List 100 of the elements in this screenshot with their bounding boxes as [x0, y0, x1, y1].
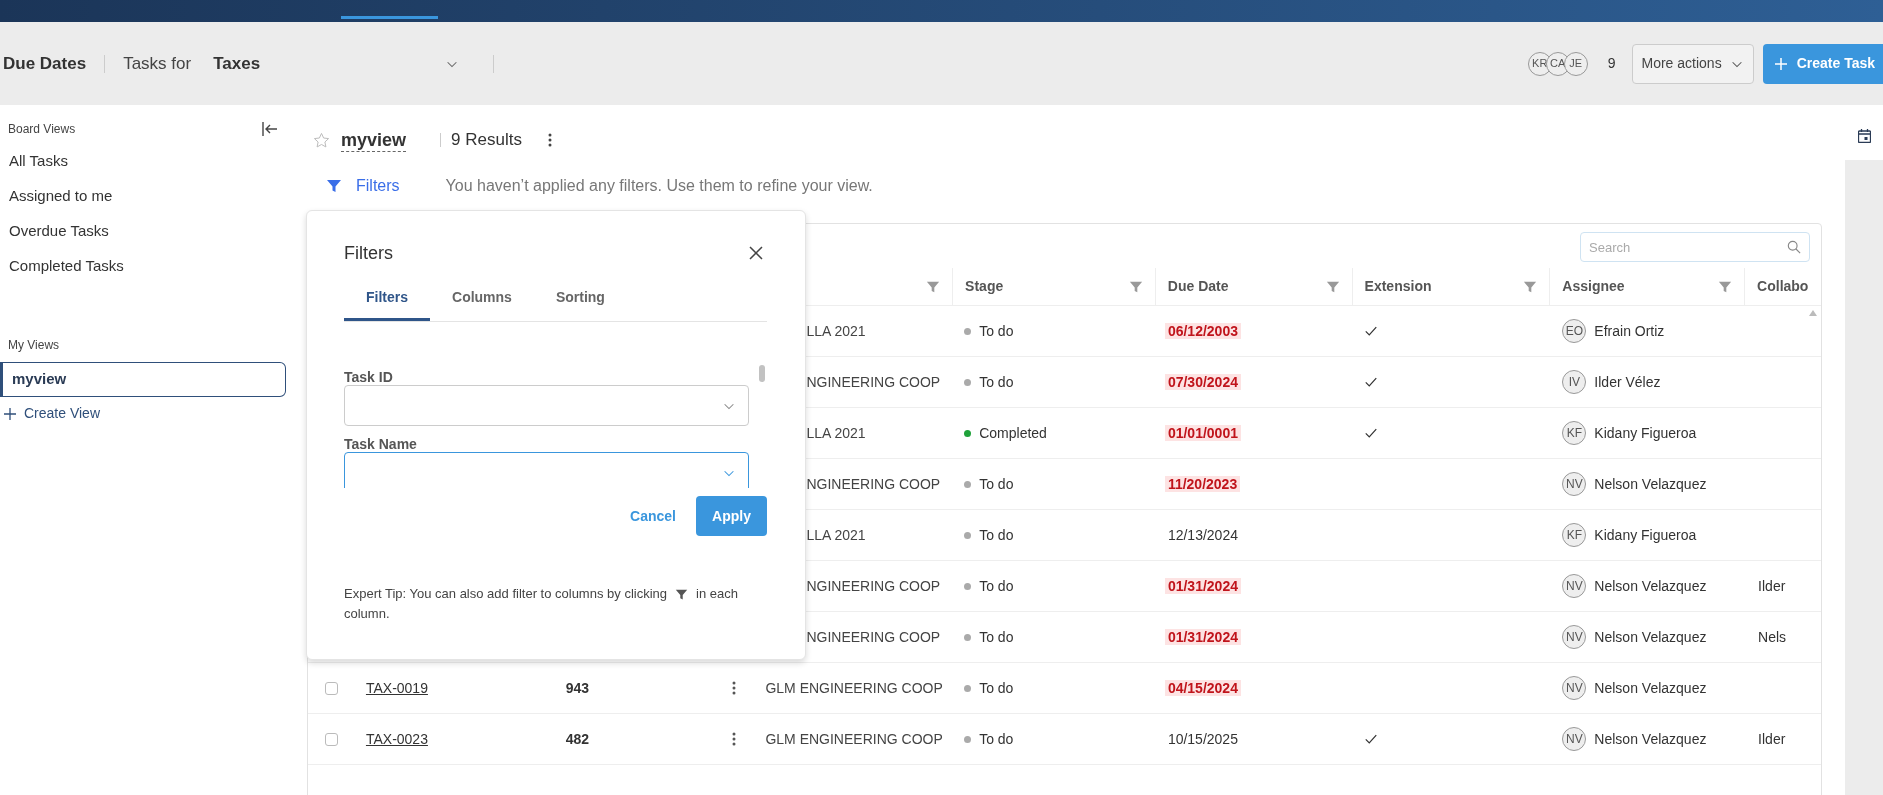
assignee-avatar: NV — [1562, 574, 1587, 598]
due-date: 06/12/2003 — [1164, 322, 1241, 339]
due-date: 12/13/2024 — [1166, 526, 1239, 543]
row-checkbox[interactable] — [325, 732, 339, 746]
dropdown-field[interactable] — [344, 385, 749, 426]
assignee-avatar: NV — [1562, 472, 1587, 496]
client-name: NGINEERING COOP — [806, 475, 941, 492]
client-name: GLM ENGINEERING COOP — [765, 679, 943, 696]
panel-title: Filters — [344, 241, 393, 265]
column-header: Collabo — [1757, 277, 1809, 296]
assignee-name: Kidany Figueroa — [1594, 525, 1697, 545]
client-name: NGINEERING COOP — [806, 628, 941, 645]
more-actions-button[interactable]: More actions — [1631, 43, 1754, 84]
stage-label: To do — [979, 321, 1014, 341]
plus-icon — [4, 407, 16, 420]
column-filter-icon — [926, 279, 941, 294]
assignee-name: Nelson Velazquez — [1594, 678, 1707, 698]
checkmark-icon — [1363, 324, 1378, 338]
search-field[interactable]: Search — [1580, 232, 1810, 262]
board-view-item[interactable]: Assigned to me — [0, 179, 290, 214]
row-menu-icon[interactable] — [731, 681, 736, 695]
stage-label: To do — [979, 372, 1014, 392]
panel-tab[interactable]: Columns — [430, 277, 534, 321]
dropdown-field[interactable] — [344, 452, 749, 488]
checkmark-icon — [1363, 426, 1378, 440]
due-date: 01/01/0001 — [1164, 424, 1241, 441]
assignee-avatar: NV — [1562, 625, 1587, 649]
due-date: 07/30/2024 — [1164, 373, 1241, 390]
scroll-up-icon[interactable] — [1809, 310, 1817, 316]
client-name: NGINEERING COOP — [806, 373, 941, 390]
due-date: 04/15/2024 — [1164, 679, 1241, 696]
tip-text: column. — [344, 605, 390, 623]
panel-tab[interactable]: Filters — [344, 277, 430, 321]
collapse-sidebar-icon — [262, 122, 278, 136]
filter-icon — [326, 178, 342, 194]
stage-label: To do — [979, 678, 1014, 698]
stage-label: To do — [979, 729, 1014, 749]
row-checkbox[interactable] — [325, 681, 339, 695]
due-date: 01/31/2024 — [1164, 577, 1241, 594]
view-name: myview — [341, 128, 407, 152]
client-name: LLA 2021 — [806, 526, 866, 543]
checkmark-icon — [1363, 375, 1378, 389]
assignee-avatar: IV — [1562, 370, 1587, 394]
scrollbar-thumb[interactable] — [759, 365, 765, 382]
filter-icon — [675, 587, 688, 601]
client-name: LLA 2021 — [806, 322, 866, 339]
board-view-item[interactable]: Completed Tasks — [0, 249, 290, 284]
client-name: GLM ENGINEERING COOP — [765, 730, 943, 747]
row-menu-icon[interactable] — [731, 732, 736, 746]
assignee-name: Nelson Velazquez — [1594, 729, 1707, 749]
assignee-avatar: KF — [1562, 523, 1587, 547]
column-header: Assignee — [1562, 277, 1625, 296]
board-view-item[interactable]: All Tasks — [0, 144, 290, 179]
assignee-avatar: KF — [1562, 421, 1587, 445]
assignee-name: Kidany Figueroa — [1594, 423, 1697, 443]
filters-message: You haven’t applied any filters. Use them to refine your view. — [445, 176, 873, 196]
assignee-name: Ilder Vélez — [1594, 372, 1661, 392]
stage-label: To do — [979, 627, 1014, 647]
project-dropdown[interactable]: Taxes — [213, 50, 464, 77]
task-number: 482 — [565, 730, 590, 747]
due-date: 10/15/2025 — [1166, 730, 1239, 747]
task-id-link[interactable]: TAX-0023 — [365, 730, 428, 747]
results-count: 9 Results — [451, 129, 522, 152]
close-icon[interactable] — [749, 246, 763, 260]
assignee-avatar: EO — [1562, 319, 1587, 343]
calendar-icon[interactable] — [1857, 129, 1871, 143]
task-id-link[interactable]: TAX-0019 — [365, 679, 428, 696]
column-filter-icon — [1718, 279, 1733, 294]
tip-text: in each — [696, 585, 738, 603]
column-filter-icon — [1128, 279, 1143, 294]
assignee-name: Nelson Velazquez — [1594, 474, 1707, 494]
due-date: 11/20/2023 — [1164, 475, 1241, 492]
section-label: My Views — [7, 337, 61, 354]
column-filter-icon — [1523, 279, 1538, 294]
section-label: Board Views — [8, 121, 76, 138]
tasks-for-label: Tasks for — [123, 52, 192, 75]
column-filter-icon — [1325, 279, 1340, 294]
filters-button[interactable]: Filters — [356, 174, 400, 198]
assignee-name: Nelson Velazquez — [1594, 627, 1707, 647]
assignee-avatar: NV — [1562, 727, 1587, 751]
my-view-item[interactable]: myview — [0, 362, 286, 397]
page-title: Due Dates — [3, 52, 87, 75]
search-icon — [1787, 240, 1801, 254]
column-header: Stage — [965, 277, 1004, 296]
stage-label: To do — [979, 576, 1014, 596]
collaborator-name: Nels — [1758, 628, 1787, 645]
plus-icon — [1774, 57, 1787, 70]
column-header: Due Date — [1167, 277, 1229, 296]
more-options-icon[interactable] — [547, 133, 552, 147]
board-view-item[interactable]: Overdue Tasks — [0, 214, 290, 249]
create-view-button[interactable]: Create View — [4, 403, 100, 424]
assignee-name: Nelson Velazquez — [1594, 576, 1707, 596]
collaborator-name: Ilder — [1758, 730, 1786, 747]
client-name: NGINEERING COOP — [806, 577, 941, 594]
checkmark-icon — [1363, 732, 1378, 746]
stage-label: To do — [979, 525, 1014, 545]
star-icon[interactable] — [313, 131, 330, 149]
column-header: Extension — [1364, 277, 1432, 296]
assignee-name: Efrain Ortiz — [1594, 321, 1665, 341]
panel-tab[interactable]: Sorting — [533, 277, 627, 321]
